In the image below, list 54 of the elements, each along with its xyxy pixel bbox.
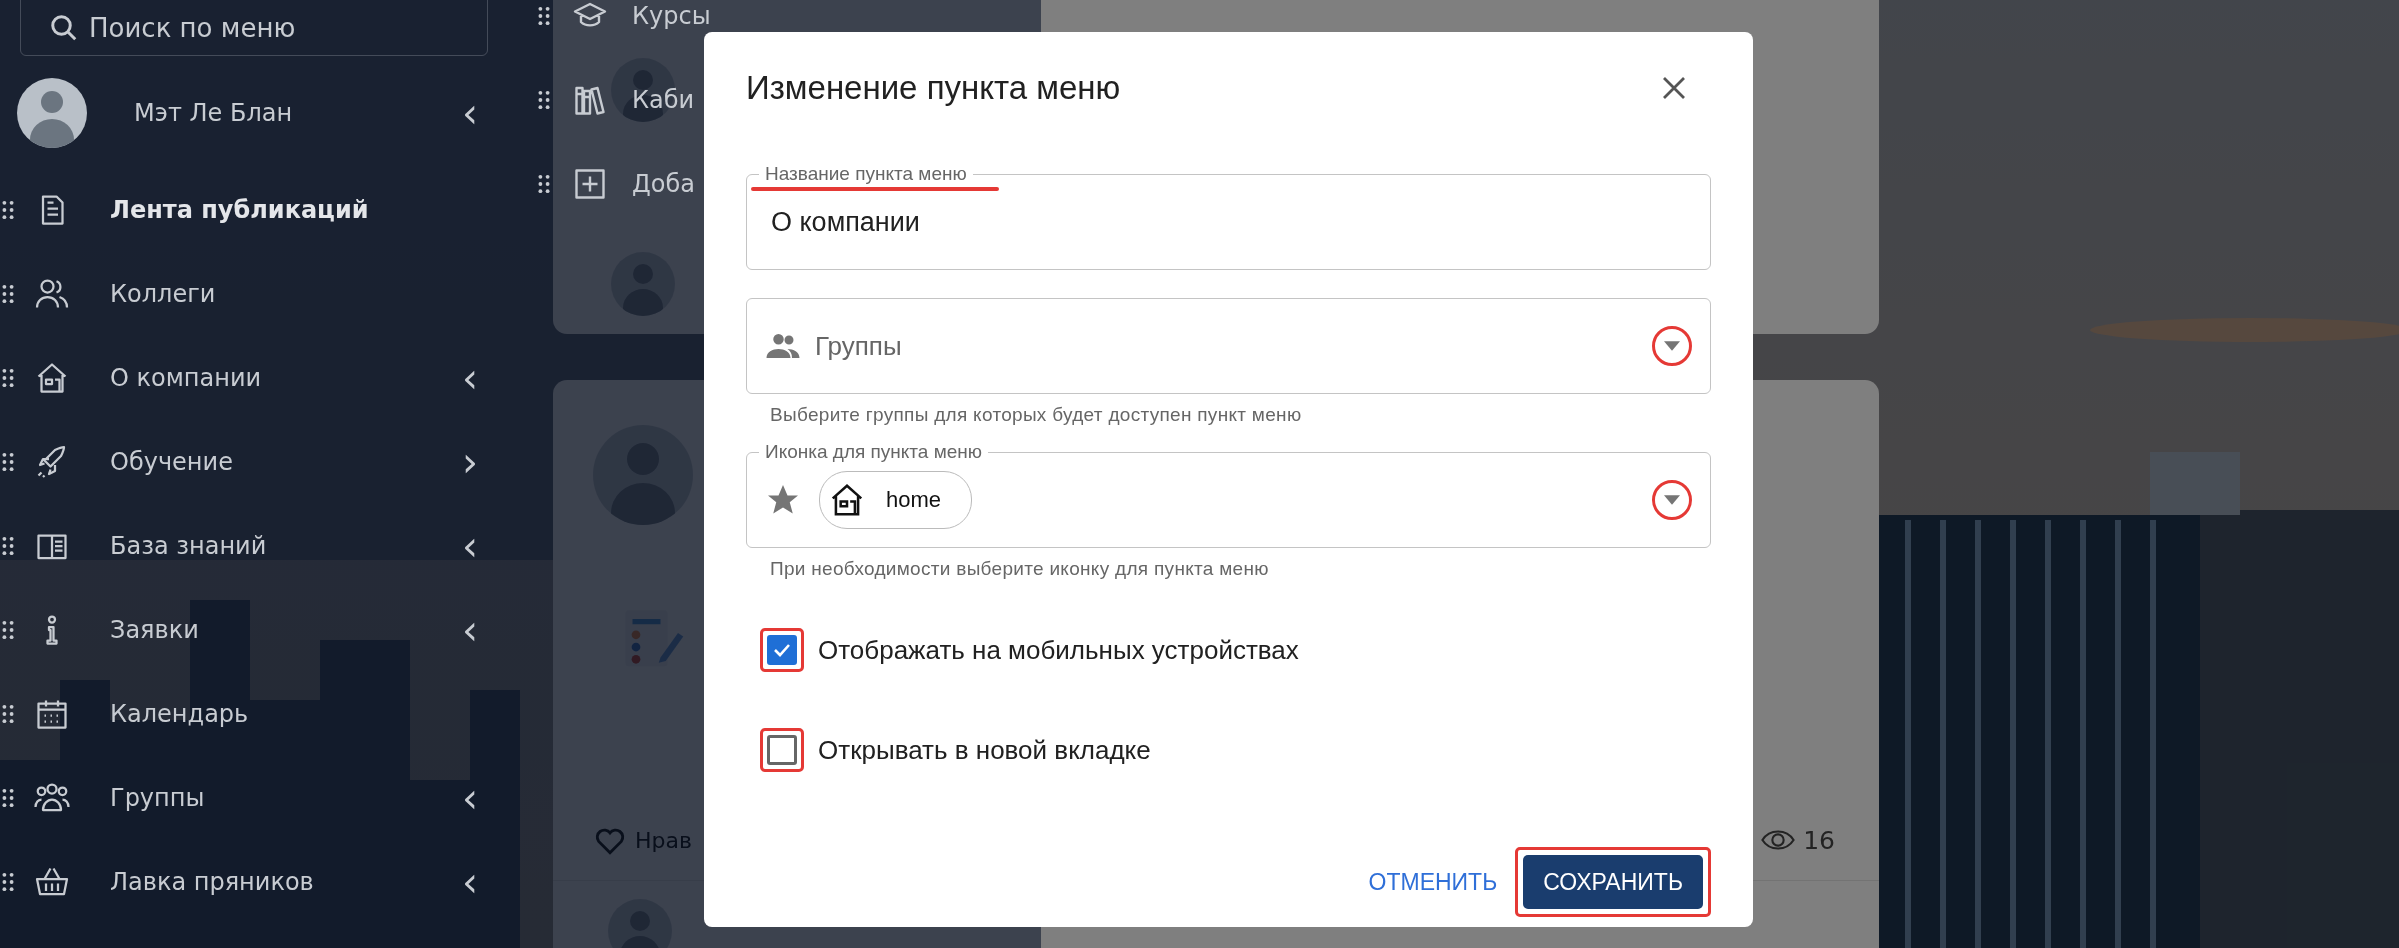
- drag-handle-icon[interactable]: [2, 704, 14, 724]
- drag-handle-icon[interactable]: [2, 368, 14, 388]
- drag-handle-icon[interactable]: [2, 284, 14, 304]
- field-placeholder: Группы: [815, 330, 902, 362]
- dropdown-arrow-icon[interactable]: [1664, 495, 1680, 505]
- checkbox-label[interactable]: Отображать на мобильных устройствах: [818, 634, 1299, 666]
- save-button[interactable]: СОХРАНИТЬ: [1523, 855, 1703, 909]
- chevron-icon[interactable]: ‹: [462, 93, 478, 133]
- chevron-icon[interactable]: ‹: [462, 358, 478, 398]
- chevron-icon[interactable]: ‹: [462, 610, 478, 650]
- dialog-title: Изменение пункта меню: [746, 69, 1121, 107]
- chevron-icon[interactable]: ‹: [462, 526, 478, 566]
- field-hint: Выберите группы для которых будет доступен пункт меню: [770, 404, 1303, 426]
- drag-handle-icon[interactable]: [538, 174, 550, 194]
- drag-handle-icon[interactable]: [2, 200, 14, 220]
- chevron-icon[interactable]: ›: [462, 442, 478, 482]
- menu-item[interactable]: Обучение: [110, 448, 462, 476]
- checkbox[interactable]: [767, 635, 797, 665]
- checkbox-label[interactable]: Открывать в новой вкладке: [818, 734, 1151, 766]
- plus-icon: [572, 166, 608, 202]
- user-name[interactable]: Мэт Ле Блан: [134, 99, 462, 127]
- menu-item[interactable]: Заявки: [110, 616, 462, 644]
- drag-handle-icon[interactable]: [2, 788, 14, 808]
- search-icon: [49, 13, 79, 43]
- search-placeholder: Поиск по меню: [89, 13, 296, 43]
- view-count: 16: [1803, 825, 1835, 855]
- chevron-icon[interactable]: ‹: [462, 862, 478, 902]
- drag-handle-icon[interactable]: [2, 872, 14, 892]
- menu-item[interactable]: О компании: [110, 364, 462, 392]
- drag-handle-icon[interactable]: [2, 620, 14, 640]
- menu-item[interactable]: Коллеги: [110, 280, 510, 308]
- menu-item[interactable]: Лавка пряников: [110, 868, 462, 896]
- checkbox[interactable]: [767, 735, 797, 765]
- submenu-item[interactable]: Доба: [632, 170, 695, 198]
- chevron-icon[interactable]: ‹: [462, 778, 478, 818]
- menu-item[interactable]: База знаний: [110, 532, 462, 560]
- submenu-item[interactable]: Каби: [632, 86, 695, 114]
- submenu-item[interactable]: Курсы: [632, 2, 711, 30]
- menu-item[interactable]: Лента публикаций: [110, 196, 510, 224]
- menu-item[interactable]: Календарь: [110, 700, 510, 728]
- drag-handle-icon[interactable]: [538, 90, 550, 110]
- field-value: О компании: [771, 206, 920, 238]
- search-field[interactable]: Поиск по меню: [20, 0, 488, 56]
- groups-select-field[interactable]: Группы: [746, 298, 1711, 394]
- field-hint: При необходимости выберите иконку для пункта меню: [770, 558, 1270, 580]
- drag-handle-icon[interactable]: [538, 6, 550, 26]
- menu-item[interactable]: Группы: [110, 784, 462, 812]
- drag-handle-icon[interactable]: [2, 536, 14, 556]
- dropdown-arrow-icon[interactable]: [1664, 341, 1680, 351]
- chip-label: home: [886, 487, 942, 513]
- avatar: [608, 899, 672, 948]
- icon-chip[interactable]: home: [819, 471, 973, 529]
- cancel-button[interactable]: ОТМЕНИТЬ: [1358, 856, 1508, 908]
- drag-handle-icon[interactable]: [2, 452, 14, 472]
